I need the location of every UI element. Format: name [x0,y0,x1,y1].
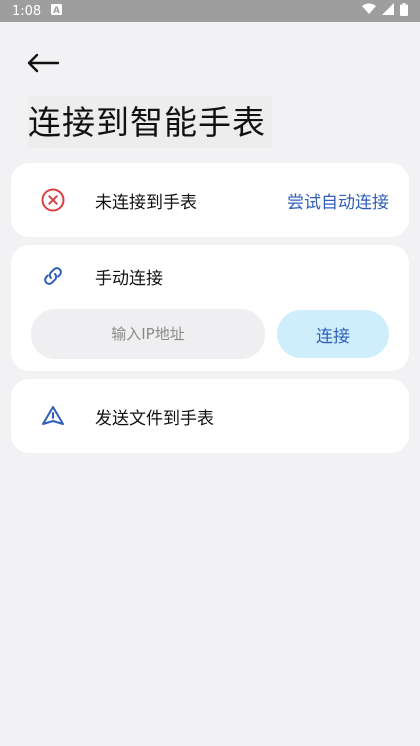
notification-a-icon: A [51,3,63,19]
battery-icon [400,2,408,20]
manual-connect-label: 手动连接 [95,268,163,289]
connect-button[interactable]: 连接 [277,310,389,358]
signal-icon [382,3,394,19]
connection-status-card: 未连接到手表 尝试自动连接 [11,163,409,237]
arrow-left-icon [26,53,60,77]
send-files-card[interactable]: 发送文件到手表 [11,379,409,453]
status-time: 1:08 [12,3,42,19]
status-bar: 1:08 A [0,0,420,22]
send-warning-icon [11,404,95,428]
svg-text:A: A [53,6,60,15]
page-title: 连接到智能手表 [28,96,272,148]
send-files-label: 发送文件到手表 [95,408,214,429]
manual-connect-card: 手动连接 连接 [11,245,409,371]
ip-address-input[interactable] [31,309,265,359]
error-circle-icon [11,187,95,213]
connection-status-label: 未连接到手表 [95,192,197,213]
wifi-icon [362,3,376,19]
back-button[interactable] [26,50,66,80]
auto-connect-button[interactable]: 尝试自动连接 [287,188,389,213]
link-icon [11,264,95,288]
